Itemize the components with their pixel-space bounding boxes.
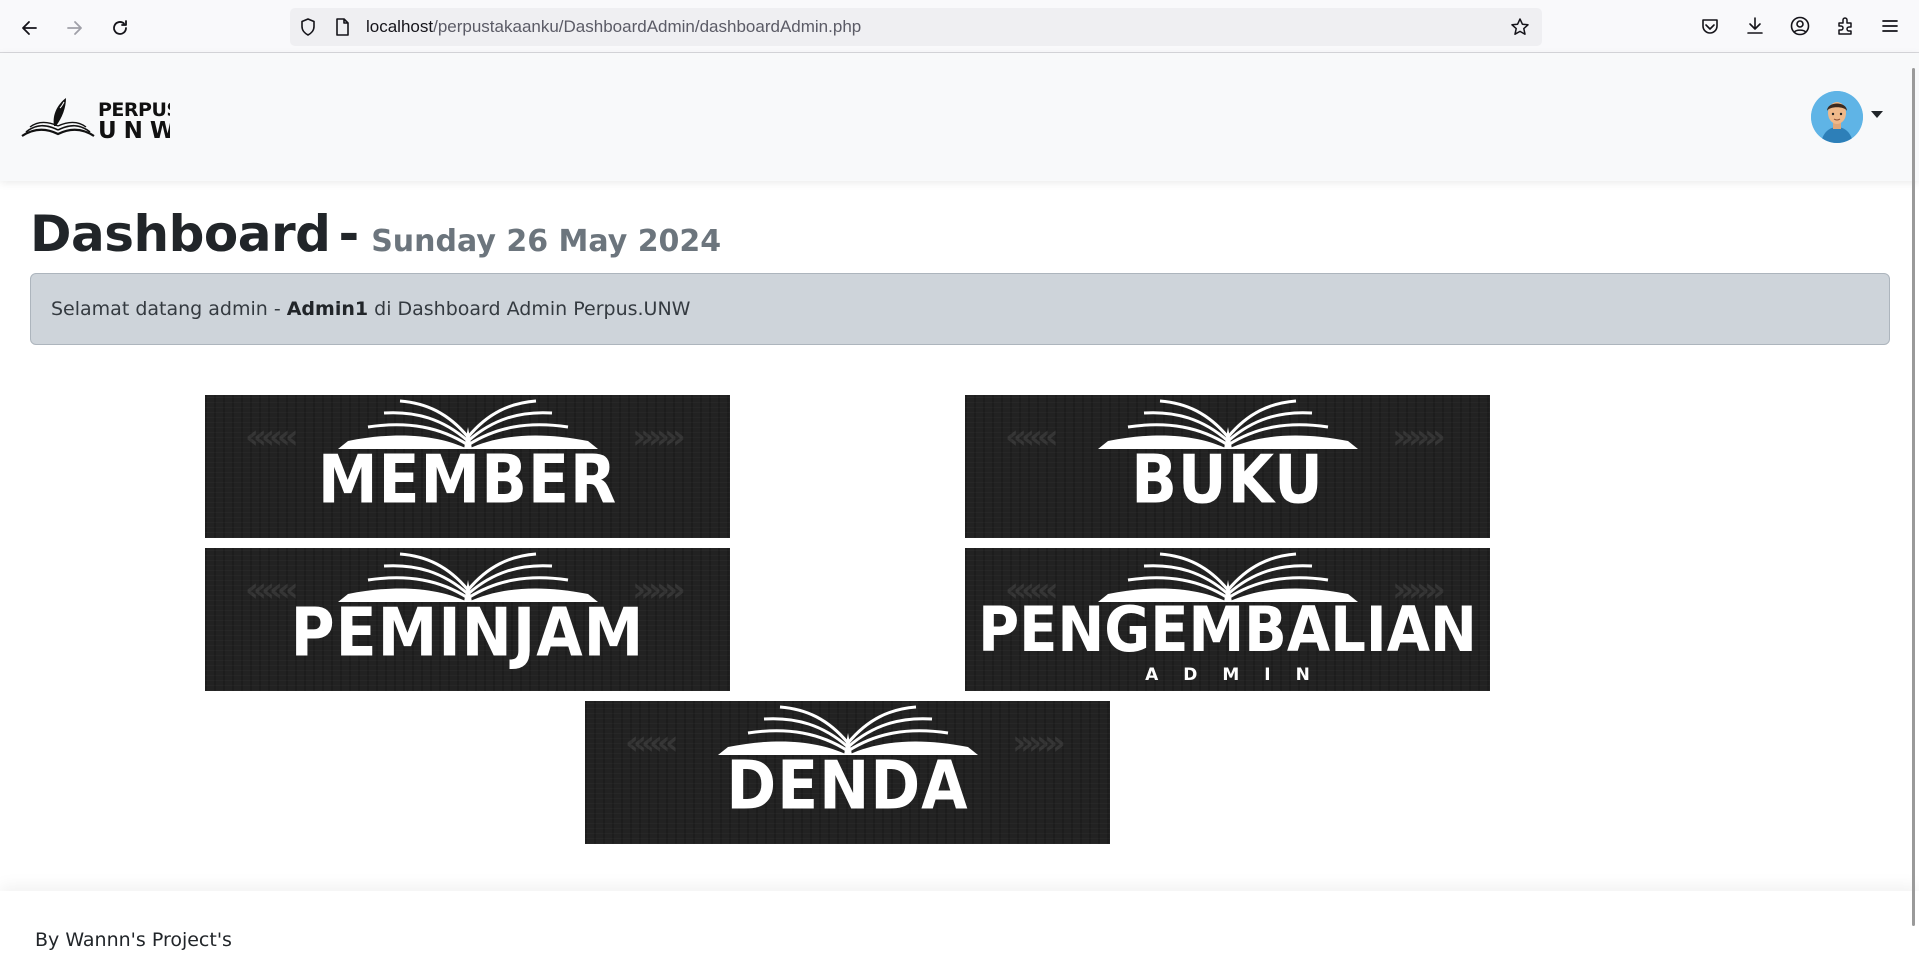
peminjam-banner-button[interactable]: ««« »»» PEMINJAM	[205, 548, 730, 691]
url-host: localhost	[366, 17, 434, 36]
avatar-icon	[1811, 91, 1863, 143]
url-text[interactable]: localhost/perpustakaanku/DashboardAdmin/…	[366, 17, 861, 37]
admin-username: Admin1	[286, 298, 369, 320]
menu-icon[interactable]	[1879, 15, 1901, 37]
current-date: Sunday 26 May 2024	[371, 224, 722, 259]
account-icon[interactable]	[1789, 15, 1811, 37]
welcome-prefix: Selamat datang admin -	[51, 298, 287, 320]
page-icon[interactable]	[332, 17, 352, 37]
bookmark-star-icon[interactable]	[1510, 17, 1530, 37]
page-scrollbar[interactable]	[1912, 68, 1915, 926]
address-bar[interactable]: localhost/perpustakaanku/DashboardAdmin/…	[290, 8, 1542, 46]
logo-text-bottom: UNW	[98, 118, 170, 142]
title-separator: -	[338, 205, 360, 263]
back-icon[interactable]	[14, 12, 46, 44]
page-heading: Dashboard - Sunday 26 May 2024	[30, 205, 721, 263]
welcome-suffix: di Dashboard Admin Perpus.UNW	[368, 298, 691, 320]
pengembalian-banner-button[interactable]: ««« »»» PENGEMBALIAN ADMIN	[965, 548, 1490, 691]
user-dropdown-caret-icon[interactable]	[1871, 111, 1883, 118]
buku-banner-button[interactable]: ««« »»» BUKU	[965, 395, 1490, 538]
download-icon[interactable]	[1744, 15, 1766, 37]
denda-label: DENDA	[726, 746, 969, 826]
forward-icon[interactable]	[58, 12, 90, 44]
url-path: /perpustakaanku/DashboardAdmin/dashboard…	[433, 17, 862, 36]
shield-icon[interactable]	[298, 17, 318, 37]
denda-banner-button[interactable]: ««« »»» DENDA	[585, 701, 1110, 844]
member-label: MEMBER	[317, 440, 618, 520]
page-title: Dashboard	[30, 205, 331, 263]
welcome-text: Selamat datang admin - Admin1 di Dashboa…	[51, 298, 690, 320]
member-banner-button[interactable]: ««« »»» MEMBER	[205, 395, 730, 538]
site-navbar: PERPUS UNW	[0, 53, 1919, 181]
peminjam-label: PEMINJAM	[290, 593, 645, 673]
pengembalian-label: PENGEMBALIAN	[978, 594, 1477, 667]
welcome-alert: Selamat datang admin - Admin1 di Dashboa…	[30, 273, 1890, 345]
site-logo[interactable]: PERPUS UNW	[20, 96, 170, 142]
pocket-icon[interactable]	[1699, 15, 1721, 37]
user-avatar[interactable]	[1811, 91, 1863, 143]
page-footer: By Wannn's Project's	[0, 891, 1919, 962]
pengembalian-sublabel: ADMIN	[1145, 665, 1335, 685]
reload-icon[interactable]	[104, 12, 136, 44]
footer-text: By Wannn's Project's	[35, 929, 232, 951]
extensions-icon[interactable]	[1834, 15, 1856, 37]
buku-label: BUKU	[1131, 440, 1324, 520]
browser-toolbar: localhost/perpustakaanku/DashboardAdmin/…	[0, 0, 1919, 53]
